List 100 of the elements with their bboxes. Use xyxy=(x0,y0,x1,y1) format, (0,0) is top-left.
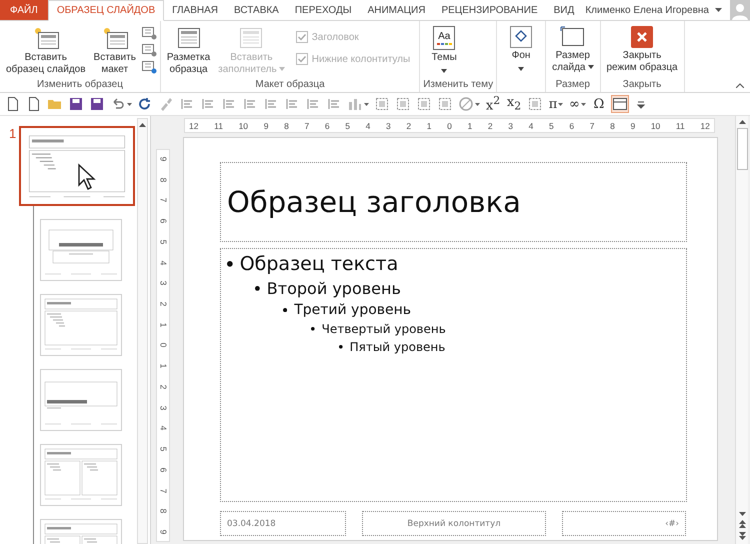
slide-tool-icon[interactable] xyxy=(140,43,157,57)
toolbar-button[interactable] xyxy=(610,95,629,113)
ribbon-tab[interactable]: ПЕРЕХОДЫ xyxy=(286,0,360,20)
slide-thumbnail[interactable] xyxy=(19,126,135,206)
scroll-thumb[interactable] xyxy=(736,128,748,170)
scroll-up-icon[interactable] xyxy=(738,120,746,124)
align-icon xyxy=(200,96,216,112)
scrollbar[interactable] xyxy=(137,118,148,544)
layout-icon xyxy=(176,26,202,50)
slide-number: 1 xyxy=(9,126,16,143)
frame-icon xyxy=(527,96,543,112)
caret-icon xyxy=(364,102,369,106)
ribbon-button[interactable]: Вставить образец слайдов xyxy=(3,23,89,79)
symbol-button[interactable]: ∞ xyxy=(568,95,587,113)
bullet-text: Третий уровень xyxy=(294,302,412,318)
file-tab[interactable]: ФАЙЛ xyxy=(0,0,48,20)
vertical-ruler: 9 8 7 6 5 4 3 2 1 0 1 2 3 4 5 6 7 8 9 xyxy=(156,149,170,542)
bullet-text: Второй уровень xyxy=(266,279,401,298)
collapse-ribbon-icon[interactable] xyxy=(736,83,744,88)
align-icon xyxy=(305,96,321,112)
align-icon xyxy=(326,96,342,112)
ribbon-tab[interactable]: РЕЦЕНЗИРОВАНИЕ xyxy=(433,0,546,20)
caret-icon xyxy=(588,65,594,70)
circle-icon xyxy=(458,96,474,112)
caret-icon xyxy=(278,67,285,72)
ribbon-button[interactable]: Фон xyxy=(500,23,542,79)
caret-icon xyxy=(518,67,524,71)
caret-icon xyxy=(475,102,480,106)
group-label: Размер xyxy=(554,79,591,92)
caret-icon xyxy=(580,102,586,106)
align-icon xyxy=(179,96,195,112)
ribbon-button[interactable]: Вставить макет xyxy=(90,23,139,79)
slide-tool-icon[interactable] xyxy=(140,60,157,74)
ribbon-tab[interactable]: ГЛАВНАЯ xyxy=(164,0,226,20)
bullet-icon xyxy=(339,345,343,349)
ribbon-tab[interactable]: ОБРАЗЕЦ СЛАЙДОВ xyxy=(48,0,164,21)
bullet-icon xyxy=(283,308,288,312)
slide-size-icon xyxy=(560,26,586,48)
ribbon-tab[interactable]: АНИМАЦИЯ xyxy=(360,0,434,20)
ribbon-tab[interactable]: ВИД xyxy=(546,0,582,20)
paint-bucket-icon xyxy=(510,26,532,48)
bullet-icon xyxy=(311,327,315,331)
chart-icon xyxy=(347,96,363,112)
user-name[interactable]: Клименко Елена Игоревна xyxy=(585,4,709,16)
bullet-text: Четвертый уровень xyxy=(322,322,446,336)
ribbon-button[interactable]: Aa Темы xyxy=(423,23,466,79)
caret-icon[interactable] xyxy=(715,8,722,12)
caret-icon xyxy=(558,102,564,106)
frame-icon xyxy=(395,96,411,112)
save-icon xyxy=(68,96,84,112)
close-master-button[interactable]: Закрыть режим образца xyxy=(604,23,681,79)
bullet-icon xyxy=(227,261,233,267)
mouse-pointer-icon xyxy=(77,163,97,191)
ribbon-tab[interactable]: ВСТАВКА xyxy=(226,0,287,20)
group-label: Изменить образец xyxy=(36,79,124,92)
save-icon xyxy=(89,96,105,112)
bullet-text: Пятый уровень xyxy=(350,340,446,354)
slide-number-placeholder[interactable]: ‹#› xyxy=(562,511,686,536)
scroll-up-icon[interactable] xyxy=(139,123,146,127)
themes-icon: Aa xyxy=(433,26,456,50)
footer-placeholder[interactable]: Верхний колонтитул xyxy=(362,511,546,536)
scroll-down-icon[interactable] xyxy=(738,512,746,516)
toolbar-button[interactable] xyxy=(67,95,85,113)
align-icon xyxy=(284,96,300,112)
toolbar-button[interactable] xyxy=(88,95,106,113)
ruler-toggle-icon xyxy=(612,96,628,112)
bullet-icon xyxy=(255,286,260,291)
align-icon xyxy=(242,96,258,112)
page-icon xyxy=(26,96,42,112)
scrollbar[interactable] xyxy=(735,116,748,544)
symbol-button[interactable]: Ω xyxy=(590,95,608,113)
page-icon xyxy=(5,96,21,112)
group-label: Закрыть xyxy=(622,79,662,92)
redo-icon xyxy=(137,96,153,112)
frame-icon xyxy=(374,96,390,112)
close-icon xyxy=(631,26,654,48)
title-placeholder[interactable]: Образец заголовка xyxy=(220,162,687,242)
group-label: Макет образца xyxy=(254,79,326,92)
ribbon-button[interactable]: Размер слайда xyxy=(549,23,596,79)
frame-icon xyxy=(437,96,453,112)
bullet-text: Образец текста xyxy=(240,253,398,275)
caret-icon xyxy=(127,102,132,106)
align-icon xyxy=(221,96,237,112)
avatar-icon[interactable] xyxy=(730,0,750,20)
date-placeholder[interactable]: 03.04.2018 xyxy=(220,511,346,536)
group-label: Изменить тему xyxy=(423,79,494,92)
symbol-button[interactable]: x$_{2}$ xyxy=(505,95,523,113)
caret-icon xyxy=(441,69,448,73)
ribbon-button[interactable]: Разметка образца xyxy=(164,23,214,79)
text-placeholder[interactable]: Образец текста Второй уровень Третий уровень Четвертый уровень Пятый уровень xyxy=(220,248,687,502)
symbol-button[interactable]: x$^{2}$ xyxy=(484,95,502,113)
brush-icon xyxy=(158,96,174,112)
symbol-button[interactable]: π xyxy=(547,95,565,113)
previous-slide-icon[interactable] xyxy=(738,520,746,528)
align-icon xyxy=(263,96,279,112)
layout-icon xyxy=(238,26,264,50)
frame-icon xyxy=(416,96,432,112)
slide-tool-icon[interactable] xyxy=(140,26,157,40)
horizontal-ruler: 12 11 10 9 8 7 6 5 4 3 2 1 0 1 2 3 4 5 6 7 8 9 10 11 12 xyxy=(184,118,715,133)
next-slide-icon[interactable] xyxy=(738,532,746,540)
